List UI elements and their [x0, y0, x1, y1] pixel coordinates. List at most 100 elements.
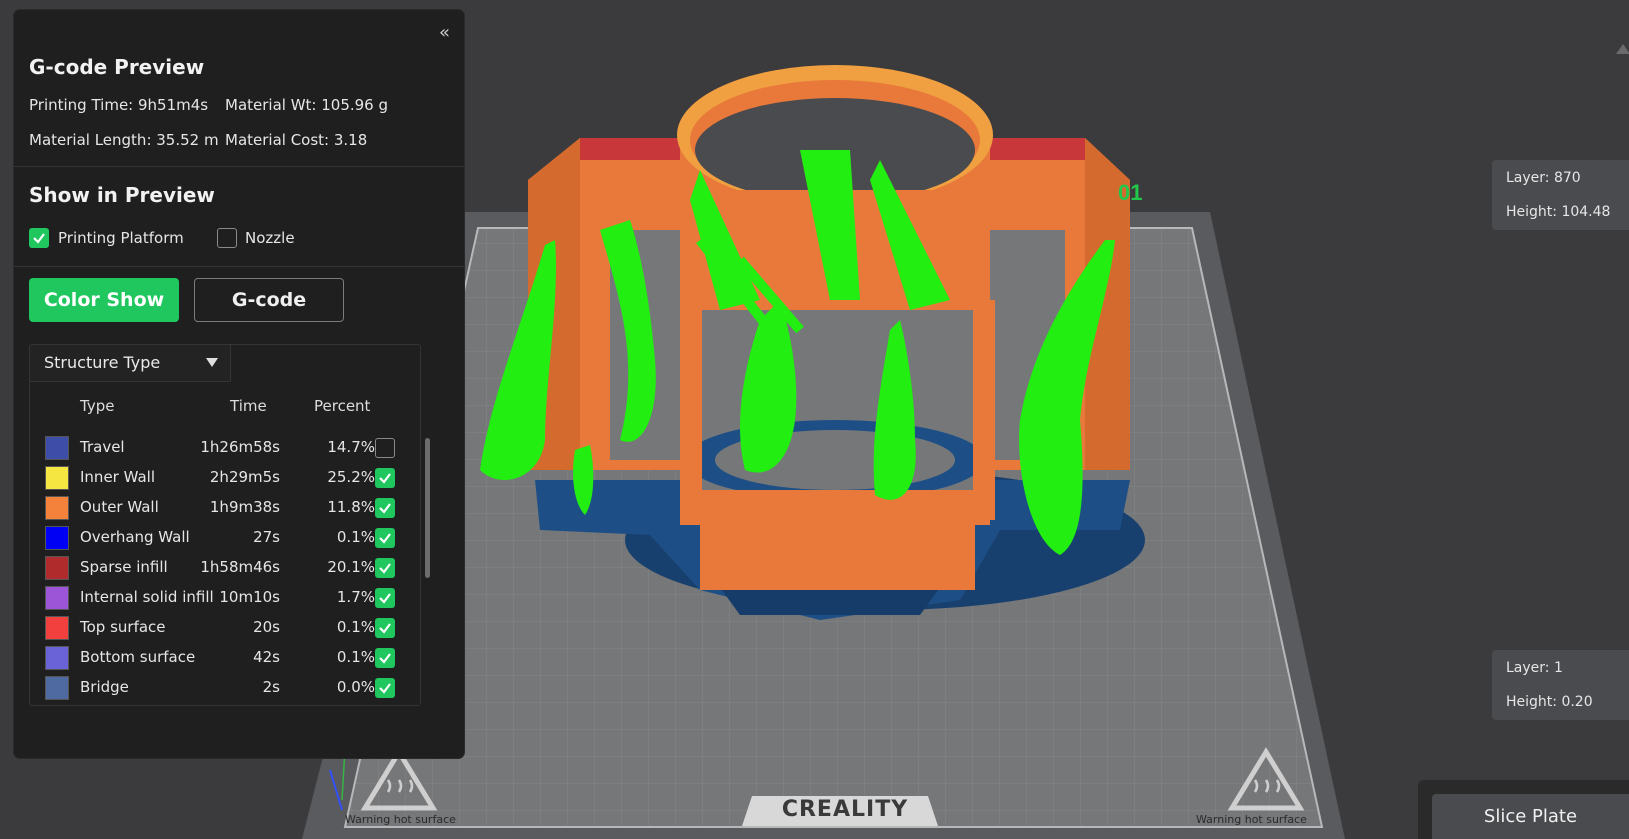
gcode-button[interactable]: G-code [194, 278, 344, 322]
divider [14, 166, 464, 167]
header-type: Type [80, 397, 115, 415]
bed-warning-left: Warning hot surface [345, 813, 456, 826]
printing-platform-checkbox[interactable] [29, 228, 49, 248]
row-visibility-checkbox[interactable] [375, 648, 395, 668]
row-time: 42s [253, 648, 280, 666]
color-swatch [45, 466, 69, 490]
check-icon [379, 473, 391, 484]
layer-bottom-info: Layer: 1 Height: 0.20 [1492, 650, 1629, 720]
row-time: 10m10s [219, 588, 280, 606]
row-type: Overhang Wall [80, 528, 190, 546]
row-type: Sparse infill [80, 558, 168, 576]
row-percent: 0.1% [336, 648, 375, 666]
row-visibility-checkbox[interactable] [375, 618, 395, 638]
row-percent: 1.7% [336, 588, 375, 606]
legend-row: Inner Wall 2h29m5s 25.2% [30, 464, 420, 493]
row-time: 20s [253, 618, 280, 636]
row-percent: 25.2% [327, 468, 375, 486]
row-percent: 11.8% [327, 498, 375, 516]
top-right-arrow-icon[interactable] [1616, 44, 1629, 54]
row-visibility-checkbox[interactable] [375, 588, 395, 608]
layer-bottom-number: Layer: 1 [1506, 660, 1563, 676]
legend-row: Bridge 2s 0.0% [30, 674, 420, 703]
check-icon [379, 503, 391, 514]
collapse-panel-icon[interactable]: « [439, 22, 450, 43]
row-type: Outer Wall [80, 498, 159, 516]
structure-type-label: Structure Type [44, 353, 161, 372]
check-icon [379, 653, 391, 664]
structure-type-dropdown[interactable]: Structure Type [30, 345, 231, 382]
row-type: Travel [80, 438, 125, 456]
check-icon [33, 233, 45, 244]
row-time: 1h26m58s [200, 438, 280, 456]
material-length: Material Length: 35.52 m [29, 131, 219, 149]
legend-row: Outer Wall 1h9m38s 11.8% [30, 494, 420, 523]
check-icon [379, 623, 391, 634]
row-type: Bridge [80, 678, 129, 696]
bed-warning-right: Warning hot surface [1196, 813, 1307, 826]
printing-platform-label: Printing Platform [58, 229, 184, 247]
gcode-preview-title: G-code Preview [29, 55, 205, 79]
row-visibility-checkbox[interactable] [375, 438, 395, 458]
color-swatch [45, 496, 69, 520]
check-icon [379, 533, 391, 544]
header-percent: Percent [314, 397, 371, 415]
row-type: Inner Wall [80, 468, 155, 486]
legend-row: Overhang Wall 27s 0.1% [30, 524, 420, 553]
row-visibility-checkbox[interactable] [375, 678, 395, 698]
printing-time: Printing Time: 9h51m4s [29, 96, 209, 114]
row-time: 27s [253, 528, 280, 546]
row-visibility-checkbox[interactable] [375, 498, 395, 518]
check-icon [379, 683, 391, 694]
bed-brand-label: CREALITY [781, 797, 909, 822]
legend-row: Travel 1h26m58s 14.7% [30, 434, 420, 463]
slice-plate-button[interactable]: Slice Plate [1432, 794, 1629, 839]
row-type: Bottom surface [80, 648, 196, 666]
caret-down-icon [206, 358, 218, 367]
row-time: 2s [262, 678, 280, 696]
row-visibility-checkbox[interactable] [375, 558, 395, 578]
svg-text:01: 01 [1118, 180, 1142, 205]
row-percent: 0.1% [336, 618, 375, 636]
color-swatch [45, 586, 69, 610]
header-time: Time [230, 397, 267, 415]
legend-row: Bottom surface 42s 0.1% [30, 644, 420, 673]
color-show-button[interactable]: Color Show [29, 278, 179, 322]
show-in-preview-title: Show in Preview [29, 183, 215, 207]
gcode-preview-panel: « G-code Preview Printing Time: 9h51m4s … [14, 10, 464, 758]
legend-row: Internal solid infill 10m10s 1.7% [30, 584, 420, 613]
legend-row: Sparse infill 1h58m46s 20.1% [30, 554, 420, 583]
row-percent: 14.7% [327, 438, 375, 456]
material-cost: Material Cost: 3.18 [225, 131, 368, 149]
color-swatch [45, 556, 69, 580]
row-percent: 0.1% [336, 528, 375, 546]
row-percent: 20.1% [327, 558, 375, 576]
layer-top-height: Height: 104.48 [1506, 204, 1611, 220]
nozzle-checkbox[interactable] [217, 228, 237, 248]
row-time: 1h58m46s [200, 558, 280, 576]
color-swatch [45, 526, 69, 550]
row-time: 1h9m38s [209, 498, 280, 516]
row-visibility-checkbox[interactable] [375, 468, 395, 488]
material-weight: Material Wt: 105.96 g [225, 96, 389, 114]
layer-top-info: Layer: 870 Height: 104.48 [1492, 160, 1629, 230]
row-type: Top surface [80, 618, 166, 636]
structure-legend: Structure Type Type Time Percent Travel 1… [29, 344, 421, 706]
color-swatch [45, 676, 69, 700]
color-swatch [45, 436, 69, 460]
row-visibility-checkbox[interactable] [375, 528, 395, 548]
legend-scrollbar[interactable] [425, 438, 430, 578]
nozzle-label: Nozzle [245, 229, 295, 247]
row-type: Internal solid infill [80, 588, 214, 606]
layer-bottom-height: Height: 0.20 [1506, 694, 1593, 710]
layer-top-number: Layer: 870 [1506, 170, 1581, 186]
divider [14, 266, 464, 267]
check-icon [379, 563, 391, 574]
check-icon [379, 593, 391, 604]
color-swatch [45, 616, 69, 640]
legend-row: Top surface 20s 0.1% [30, 614, 420, 643]
row-percent: 0.0% [336, 678, 375, 696]
color-swatch [45, 646, 69, 670]
row-time: 2h29m5s [209, 468, 280, 486]
slice-plate-area: Slice Plate [1418, 780, 1629, 839]
